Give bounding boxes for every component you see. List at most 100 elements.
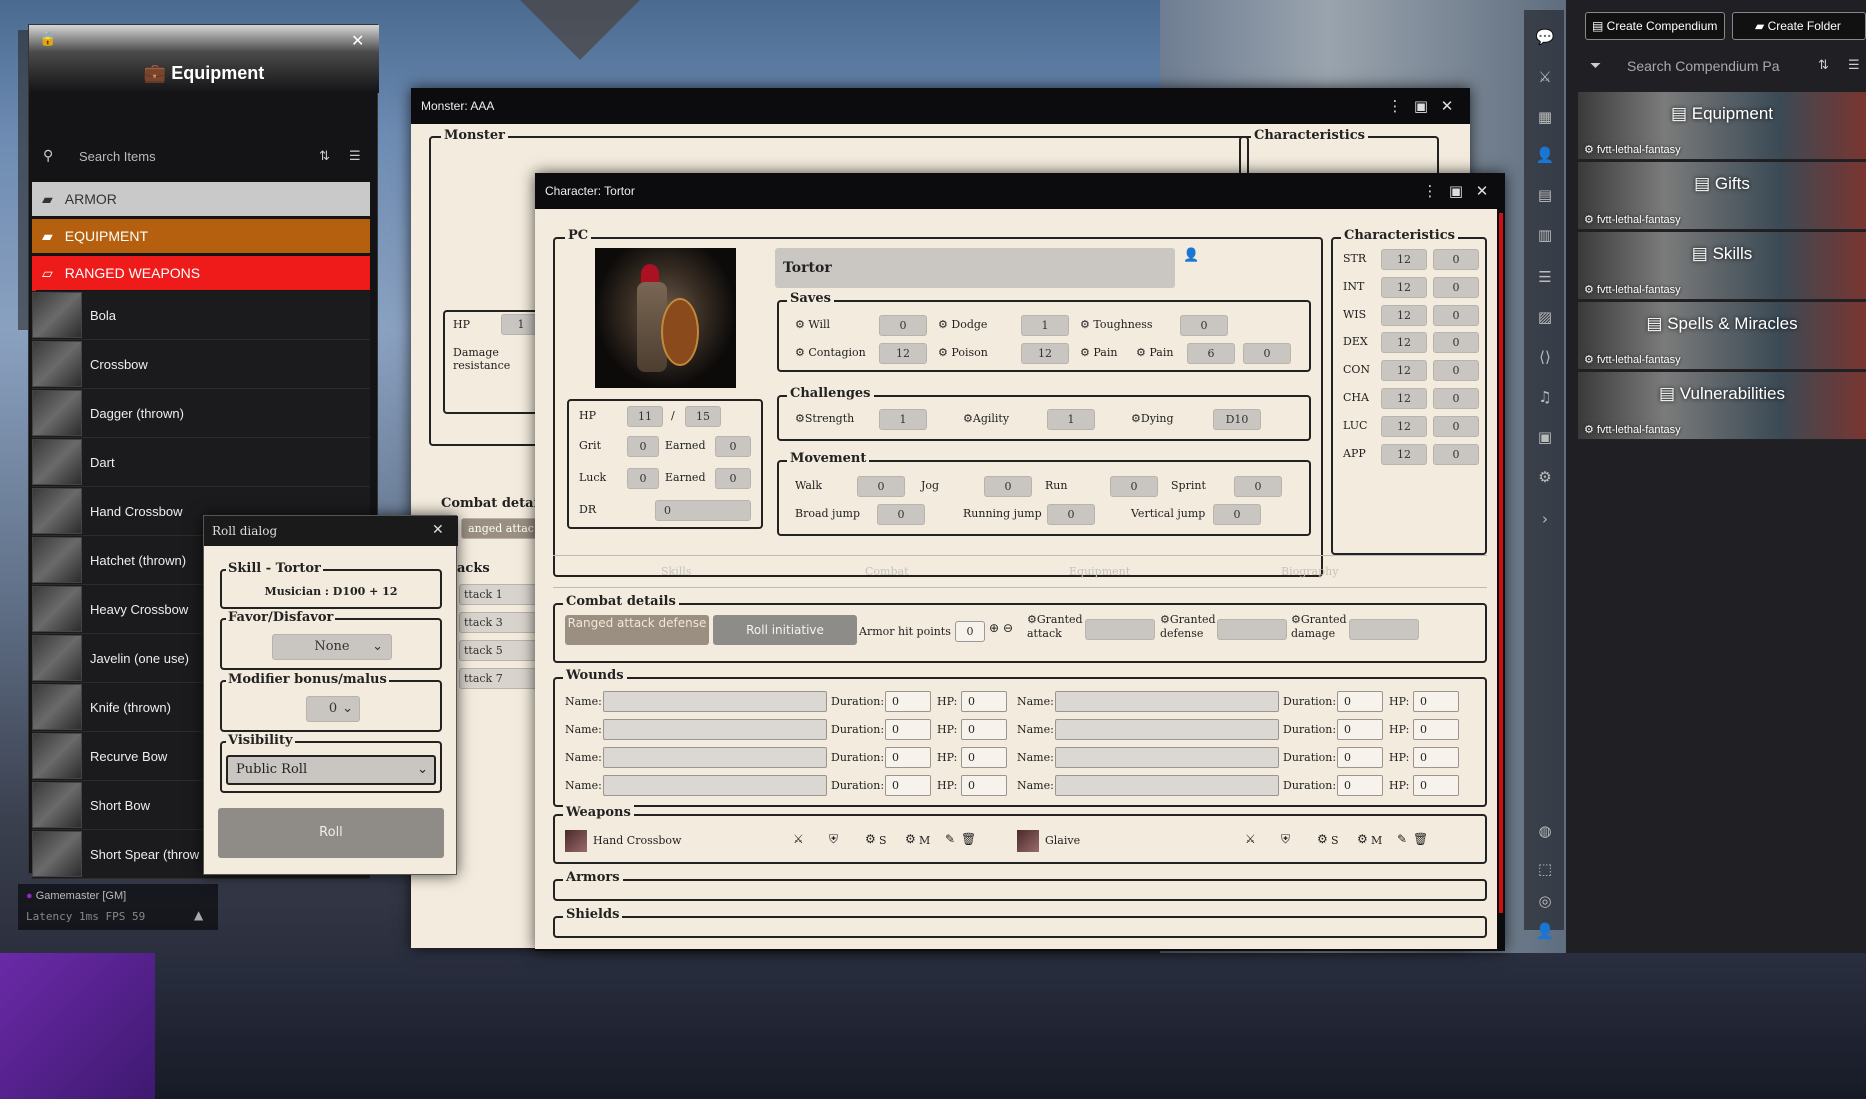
wound-hp-input[interactable]: 0 (1413, 718, 1459, 740)
wound-hp-input[interactable]: 0 (961, 718, 1007, 740)
armor-hp-input[interactable]: 0 (955, 621, 985, 642)
wound-duration-input[interactable]: 0 (1337, 746, 1383, 768)
poison-input[interactable]: 12 (1021, 343, 1069, 364)
will-input[interactable]: 0 (879, 315, 927, 336)
hp-max-input[interactable]: 15 (685, 406, 721, 427)
filter-icon[interactable]: ⏷ (1590, 58, 1601, 74)
folder-equipment[interactable]: ▰ EQUIPMENT (32, 219, 370, 253)
characteristic-modifier[interactable]: 0 (1433, 249, 1479, 270)
sort-icon[interactable]: ⇅ (1818, 58, 1829, 73)
search-input[interactable]: Search Items (79, 149, 156, 164)
crossed-swords-icon[interactable]: ⚔ (1245, 832, 1256, 846)
player-entry[interactable]: ● Gamemaster [GM] (26, 890, 126, 902)
wound-hp-input[interactable]: 0 (1413, 746, 1459, 768)
characteristic-value[interactable]: 12 (1381, 332, 1427, 354)
wound-name-input[interactable] (1055, 718, 1279, 740)
scene-controls[interactable] (18, 30, 28, 330)
monster-titlebar[interactable]: Monster: AAA ⋮ ▣ ✕ (411, 88, 1470, 124)
monster-attack-button[interactable]: ttack 5 (459, 640, 543, 661)
dice-icon[interactable]: ⚙ (1357, 832, 1368, 846)
more-icon[interactable]: ⋮ (1382, 97, 1408, 115)
shield-icon[interactable]: ⛨ (1281, 832, 1290, 847)
folder-armor[interactable]: ▰ ARMOR (32, 182, 370, 216)
characteristic-value[interactable]: 12 (1381, 276, 1427, 298)
ranged-attack-defense-button[interactable]: Ranged attack defense (565, 615, 709, 645)
dice-icon[interactable]: ⚙ (865, 832, 876, 846)
dodge-input[interactable]: 1 (1021, 315, 1069, 336)
granted-damage-input[interactable] (1349, 619, 1419, 640)
wound-duration-input[interactable]: 0 (885, 774, 931, 796)
create-folder-button[interactable]: ▰ Create Folder (1732, 12, 1866, 40)
wound-duration-input[interactable]: 0 (1337, 690, 1383, 712)
wound-hp-input[interactable]: 0 (1413, 690, 1459, 712)
characteristic-modifier[interactable]: 0 (1433, 388, 1479, 409)
characteristic-value[interactable]: 12 (1381, 443, 1427, 465)
compendium-pack[interactable]: ▤ Spells & Miracles ⚙ fvtt-lethal-fantasy (1578, 302, 1866, 370)
challenge-input[interactable]: 1 (879, 409, 927, 430)
close-icon[interactable]: ✕ (432, 522, 444, 538)
contagion-input[interactable]: 12 (879, 343, 927, 364)
grit-input[interactable]: 0 (627, 436, 659, 457)
challenge-input[interactable]: D10 (1213, 409, 1261, 430)
wound-name-input[interactable] (1055, 774, 1279, 796)
monster-attack-button[interactable]: ttack 1 (459, 584, 543, 605)
plus-icon[interactable]: ⊕ (989, 621, 999, 635)
luck-input[interactable]: 0 (627, 468, 659, 489)
characteristic-value[interactable]: 12 (1381, 415, 1427, 437)
lock-icon[interactable]: ⬚ (1532, 856, 1558, 882)
compendium-search-input[interactable]: Search Compendium Pa (1627, 58, 1780, 74)
journal-icon[interactable]: ▥ (1532, 222, 1558, 248)
character-portrait[interactable] (595, 248, 736, 388)
tab[interactable]: Biography (1281, 565, 1338, 578)
sheet-config-icon[interactable]: ▣ (1443, 182, 1469, 200)
weapon-thumbnail[interactable] (565, 830, 587, 852)
tab[interactable]: Skills (661, 565, 691, 578)
characteristic-value[interactable]: 12 (1381, 360, 1427, 382)
favor-select[interactable]: None ⌄ (272, 634, 392, 660)
equipment-item[interactable]: Dagger (thrown) (32, 389, 370, 438)
wound-name-input[interactable] (603, 774, 827, 796)
wound-duration-input[interactable]: 0 (885, 718, 931, 740)
weapon-name[interactable]: Glaive (1045, 834, 1080, 847)
monster-ranged-attack-button[interactable]: anged attac (461, 518, 541, 539)
movement-input[interactable]: 0 (984, 476, 1032, 497)
challenge-input[interactable]: 1 (1047, 409, 1095, 430)
grit-earned-input[interactable]: 0 (715, 436, 751, 457)
toughness-input[interactable]: 0 (1180, 315, 1228, 336)
sort-icon[interactable]: ⇅ (319, 149, 330, 164)
expand-icon[interactable]: ▲ (194, 908, 203, 922)
wound-name-input[interactable] (603, 690, 827, 712)
actors-icon[interactable]: 👤 (1532, 142, 1558, 168)
hidden-icon[interactable]: ◎ (1532, 888, 1558, 914)
dice-icon[interactable]: ⚙ (905, 832, 916, 846)
folder-ranged-weapons[interactable]: ▱ RANGED WEAPONS (32, 256, 370, 290)
wound-name-input[interactable] (1055, 690, 1279, 712)
cards-icon[interactable]: ▨ (1532, 304, 1558, 330)
lock-icon[interactable]: 🔒 (39, 31, 56, 47)
chat-icon[interactable]: 💬 (1532, 24, 1558, 50)
wound-hp-input[interactable]: 0 (961, 774, 1007, 796)
more-icon[interactable]: ⋮ (1417, 182, 1443, 200)
macros-icon[interactable]: ⟨⟩ (1532, 344, 1558, 370)
characteristic-modifier[interactable]: 0 (1433, 276, 1479, 298)
sheet-scrollbar[interactable] (1499, 213, 1503, 913)
weapon-name[interactable]: Hand Crossbow (593, 834, 681, 847)
roll-initiative-button[interactable]: Roll initiative (713, 615, 857, 645)
user-icon[interactable]: 👤 (1183, 248, 1199, 263)
movement-input[interactable]: 0 (857, 476, 905, 497)
dice-icon[interactable]: ⚙ (1317, 832, 1328, 846)
characteristic-modifier[interactable]: 0 (1433, 332, 1479, 354)
wound-name-input[interactable] (1055, 746, 1279, 768)
tables-icon[interactable]: ☰ (1532, 264, 1558, 290)
collapse-folders-icon[interactable]: ☰ (349, 149, 361, 164)
compendium-pack[interactable]: ▤ Vulnerabilities ⚙ fvtt-lethal-fantasy (1578, 372, 1866, 440)
characteristic-value[interactable]: 12 (1381, 388, 1427, 409)
characteristic-modifier[interactable]: 0 (1433, 304, 1479, 326)
tab[interactable]: Equipment (1069, 565, 1130, 578)
monster-attack-button[interactable]: ttack 3 (459, 612, 543, 633)
equipment-item[interactable]: Dart (32, 438, 370, 487)
dr-input[interactable]: 0 (655, 500, 751, 521)
roll-button[interactable]: Roll (218, 808, 444, 858)
edit-icon[interactable]: ✎ (1397, 832, 1407, 846)
equipment-item[interactable]: Crossbow (32, 340, 370, 389)
